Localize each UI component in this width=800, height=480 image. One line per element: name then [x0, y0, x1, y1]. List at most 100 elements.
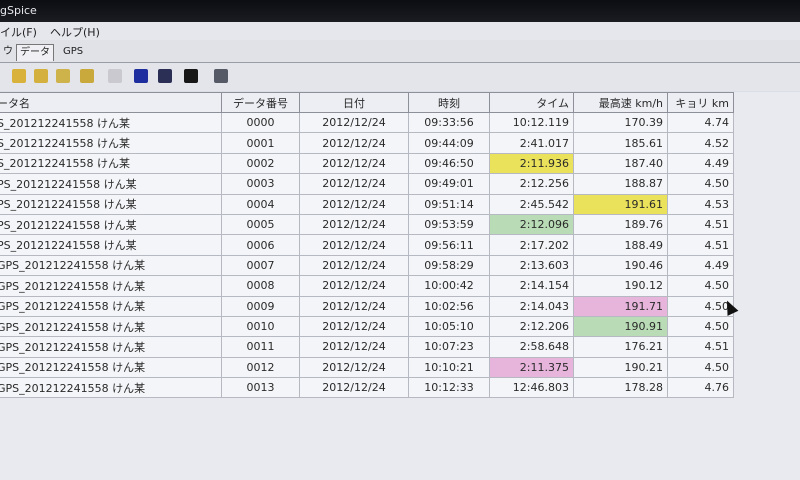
cell-time: 09:53:59 — [408, 213, 490, 236]
cell-distance: 4.52 — [667, 132, 734, 154]
screen: gSpice イル(F) ヘルプ(H) ウ データ GPS ータ名 データ番号 … — [0, 0, 800, 480]
cell-date: 2012/12/24 — [299, 234, 409, 256]
cell-distance: 4.49 — [667, 152, 734, 175]
cell-date: 2012/12/24 — [299, 356, 409, 379]
cell-laptime: 2:17.202 — [489, 234, 574, 256]
cell-distance: 4.51 — [667, 213, 734, 236]
header-data-number[interactable]: データ番号 — [221, 92, 300, 113]
cell-laptime: 2:12.206 — [489, 315, 574, 338]
table-row[interactable]: GPS_201212241558 けん某 0009 2012/12/24 10:02:… — [0, 295, 734, 317]
cell-time: 10:02:56 — [408, 295, 490, 317]
data-grid: ータ名 データ番号 日付 時刻 タイム 最高速 km/h キョリ km S_20… — [0, 92, 800, 480]
cell-date: 2012/12/24 — [299, 295, 409, 317]
cell-max-speed: 178.28 — [573, 377, 668, 399]
cell-data-number: 0007 — [221, 254, 300, 277]
table-row[interactable]: GPS_201212241558 けん某 0011 2012/12/24 10:07:… — [0, 336, 734, 358]
header-time[interactable]: 時刻 — [408, 92, 490, 113]
cell-max-speed: 190.21 — [573, 356, 668, 379]
title-bar: gSpice — [0, 0, 800, 22]
cell-data-name: GPS_201212241558 けん某 — [0, 275, 222, 297]
cell-distance: 4.50 — [667, 315, 734, 338]
table-row[interactable]: GPS_201212241558 けん某 0007 2012/12/24 09:58:… — [0, 254, 734, 277]
folder-icon[interactable] — [34, 69, 48, 83]
cell-laptime: 2:14.154 — [489, 275, 574, 297]
cell-laptime: 2:11.936 — [489, 152, 574, 175]
cell-data-name: GPS_201212241558 けん某 — [0, 377, 222, 399]
table-row[interactable]: PS_201212241558 けん某 0004 2012/12/24 09:51:1… — [0, 193, 734, 215]
cell-date: 2012/12/24 — [299, 173, 409, 195]
cell-max-speed: 176.21 — [573, 336, 668, 358]
arrow-icon[interactable] — [80, 69, 94, 83]
tab-data[interactable]: データ — [16, 44, 54, 61]
edit-icon[interactable] — [108, 69, 122, 83]
cell-data-number: 0013 — [221, 377, 300, 399]
tab-0[interactable]: ウ — [0, 44, 16, 60]
cell-distance: 4.50 — [667, 356, 734, 379]
cell-laptime: 2:45.542 — [489, 193, 574, 215]
header-distance[interactable]: キョリ km — [667, 92, 734, 113]
header-max-speed[interactable]: 最高速 km/h — [573, 92, 668, 113]
header-data-name[interactable]: ータ名 — [0, 92, 222, 113]
header-laptime[interactable]: タイム — [489, 92, 574, 113]
cell-max-speed: 185.61 — [573, 132, 668, 154]
cell-date: 2012/12/24 — [299, 193, 409, 215]
cell-distance: 4.50 — [667, 275, 734, 297]
table-row[interactable]: S_201212241558 けん某 0001 2012/12/24 09:44:09… — [0, 132, 734, 154]
cell-data-number: 0010 — [221, 315, 300, 338]
search-icon[interactable] — [158, 69, 172, 83]
tab-gps[interactable]: GPS — [60, 44, 86, 60]
cell-data-number: 0004 — [221, 193, 300, 215]
table-row[interactable]: PS_201212241558 けん某 0003 2012/12/24 09:49:0… — [0, 173, 734, 195]
header-date[interactable]: 日付 — [299, 92, 409, 113]
cell-data-name: S_201212241558 けん某 — [0, 132, 222, 154]
cell-data-name: PS_201212241558 けん某 — [0, 193, 222, 215]
cell-data-name: PS_201212241558 けん某 — [0, 213, 222, 236]
cell-max-speed: 191.71 — [573, 295, 668, 317]
open-folder-icon[interactable] — [12, 69, 26, 83]
table-row[interactable]: S_201212241558 けん某 0000 2012/12/24 09:33:56… — [0, 111, 734, 134]
cell-data-number: 0000 — [221, 111, 300, 134]
save-icon[interactable] — [134, 69, 148, 83]
save-icon[interactable] — [184, 69, 198, 83]
table-row[interactable]: GPS_201212241558 けん某 0008 2012/12/24 10:00:… — [0, 275, 734, 297]
cell-data-name: GPS_201212241558 けん某 — [0, 295, 222, 317]
cell-date: 2012/12/24 — [299, 152, 409, 175]
cell-date: 2012/12/24 — [299, 213, 409, 236]
cell-time: 10:12:33 — [408, 377, 490, 399]
cell-max-speed: 190.12 — [573, 275, 668, 297]
cell-max-speed: 191.61 — [573, 193, 668, 215]
cell-data-number: 0012 — [221, 356, 300, 379]
cell-date: 2012/12/24 — [299, 111, 409, 134]
menu-file[interactable]: イル(F) — [0, 24, 37, 40]
table-row[interactable]: S_201212241558 けん某 0002 2012/12/24 09:46:50… — [0, 152, 734, 175]
table-row[interactable]: GPS_201212241558 けん某 0012 2012/12/24 10:10:… — [0, 356, 734, 379]
cell-data-number: 0006 — [221, 234, 300, 256]
menu-help[interactable]: ヘルプ(H) — [50, 24, 100, 40]
cell-max-speed: 170.39 — [573, 111, 668, 134]
toolbar — [0, 63, 800, 91]
table-body: S_201212241558 けん某 0000 2012/12/24 09:33:56… — [0, 111, 734, 399]
cell-distance: 4.50 — [667, 173, 734, 195]
cell-data-name: PS_201212241558 けん某 — [0, 173, 222, 195]
cell-max-speed: 188.49 — [573, 234, 668, 256]
cell-data-number: 0005 — [221, 213, 300, 236]
cell-date: 2012/12/24 — [299, 132, 409, 154]
table-row[interactable]: PS_201212241558 けん某 0005 2012/12/24 09:53:5… — [0, 213, 734, 236]
cell-time: 09:46:50 — [408, 152, 490, 175]
cell-laptime: 12:46.803 — [489, 377, 574, 399]
cell-max-speed: 187.40 — [573, 152, 668, 175]
table-icon[interactable] — [214, 69, 228, 83]
cell-distance: 4.49 — [667, 254, 734, 277]
cell-laptime: 10:12.119 — [489, 111, 574, 134]
cell-data-number: 0003 — [221, 173, 300, 195]
cell-time: 09:33:56 — [408, 111, 490, 134]
cell-data-number: 0002 — [221, 152, 300, 175]
cell-data-name: S_201212241558 けん某 — [0, 152, 222, 175]
cell-laptime: 2:41.017 — [489, 132, 574, 154]
cell-time: 10:00:42 — [408, 275, 490, 297]
table-row[interactable]: GPS_201212241558 けん某 0010 2012/12/24 10:05:… — [0, 315, 734, 338]
table-row[interactable]: PS_201212241558 けん某 0006 2012/12/24 09:56:1… — [0, 234, 734, 256]
cell-distance: 4.53 — [667, 193, 734, 215]
table-row[interactable]: GPS_201212241558 けん某 0013 2012/12/24 10:12:… — [0, 377, 734, 399]
folder-icon[interactable] — [56, 69, 70, 83]
